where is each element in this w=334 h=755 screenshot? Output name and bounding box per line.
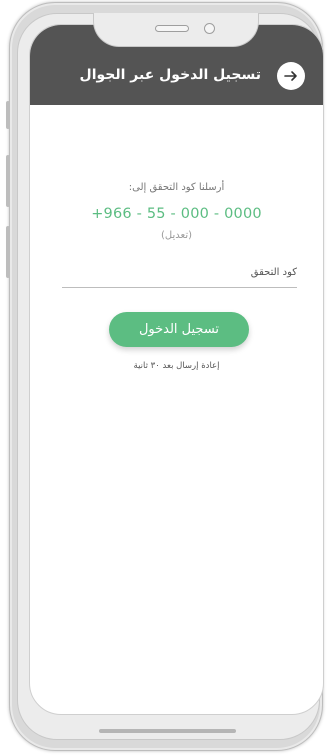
resend-countdown: إعادة إرسال بعد ٣٠ ثانية	[133, 361, 220, 371]
volume-down-button	[6, 226, 10, 278]
verification-code-input[interactable]	[62, 258, 297, 288]
edit-number-link[interactable]: (تعديل)	[30, 230, 323, 241]
home-indicator	[99, 729, 236, 733]
back-button[interactable]	[277, 62, 305, 90]
speaker-grille	[155, 25, 189, 32]
arrow-right-icon	[284, 71, 297, 81]
front-camera	[204, 23, 215, 34]
page-title: تسجيل الدخول عبر الجوال	[79, 67, 261, 83]
mute-switch	[6, 101, 10, 129]
app-screen: تسجيل الدخول عبر الجوال أرسلنا كود التحق…	[29, 24, 324, 715]
login-button[interactable]: تسجيل الدخول	[109, 312, 249, 347]
volume-up-button	[6, 155, 10, 207]
code-sent-label: أرسلنا كود التحقق إلى:	[128, 182, 225, 193]
device-mockup: تسجيل الدخول عبر الجوال أرسلنا كود التحق…	[0, 0, 334, 755]
phone-number: +966 - 55 - 000 - 0000	[91, 206, 262, 222]
